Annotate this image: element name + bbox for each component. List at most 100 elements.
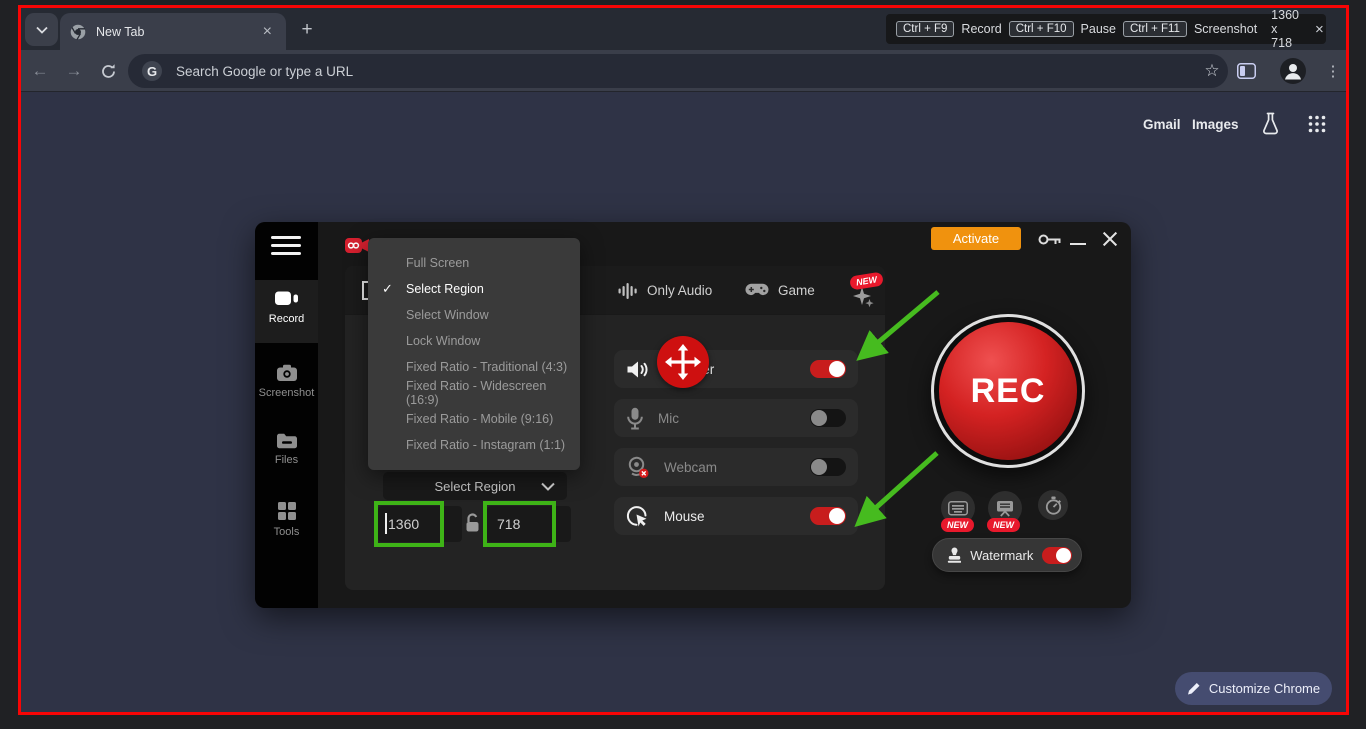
speaker-toggle[interactable] [810,360,846,378]
flask-icon [1260,112,1281,135]
menu-item-select-region[interactable]: ✓ Select Region [368,276,580,302]
address-bar[interactable]: G [128,54,1228,88]
side-panel-icon [1237,63,1256,79]
menu-item-label: Select Window [406,308,489,322]
menu-item-lock-window[interactable]: Lock Window [368,328,580,354]
tab-close-icon[interactable]: × [259,24,276,40]
sidebar-item-files[interactable]: Files [255,423,318,475]
keyboard-icon [948,501,968,516]
hotkey-record-keycap: Ctrl + F9 [896,21,954,37]
hotkey-screenshot-label: Screenshot [1194,22,1257,36]
mic-toggle[interactable] [810,409,846,427]
height-input[interactable] [487,506,571,542]
ai-sparkle-icon[interactable] [852,286,876,315]
whiteboard-icon [996,500,1014,517]
webcam-toggle[interactable] [810,458,846,476]
region-mode-select[interactable]: Select Region [383,472,567,500]
pencil-icon [1187,682,1200,695]
menu-item-ratio-instagram[interactable]: Fixed Ratio - Instagram (1:1) [368,432,580,458]
check-icon: ✓ [382,281,393,297]
camera-icon [276,364,298,382]
labs-button[interactable] [1260,112,1281,140]
audio-bars-icon [618,282,638,300]
watermark-control: Watermark [932,538,1082,572]
images-link[interactable]: Images [1192,117,1239,132]
rec-button-label: REC [939,322,1077,460]
gmail-link[interactable]: Gmail [1143,117,1181,132]
mouse-click-icon [626,505,650,528]
chevron-down-icon [541,482,555,491]
rec-button[interactable]: REC [931,314,1085,468]
source-label: Webcam [664,460,796,475]
tools-grid-icon [277,501,297,521]
sidebar-item-screenshot[interactable]: Screenshot [255,355,318,407]
stamp-icon [946,546,961,564]
person-icon [1280,58,1306,84]
timer-button[interactable] [1038,490,1068,520]
menu-item-label: Fixed Ratio - Instagram (1:1) [406,438,565,452]
close-icon [1102,231,1118,247]
region-mode-menu: Full Screen ✓ Select Region Select Windo… [368,238,580,470]
activate-button[interactable]: Activate [931,227,1021,250]
watermark-label: Watermark [970,548,1033,563]
menu-item-label: Lock Window [406,334,480,348]
new-badge: NEW [849,272,884,291]
tab-strip: New Tab × + Ctrl + F9 Record Ctrl + F10 … [21,8,1346,50]
menu-item-full-screen[interactable]: Full Screen [368,250,580,276]
back-button[interactable]: ← [25,50,55,92]
minimize-button[interactable] [1068,234,1088,254]
source-row-mouse: Mouse [614,497,858,535]
activate-label: Activate [953,231,999,246]
profile-avatar[interactable] [1280,58,1306,89]
new-tab-button[interactable]: + [293,16,321,44]
menu-item-label: Fixed Ratio - Widescreen (16:9) [406,379,580,407]
sidebar-item-record[interactable]: Record [255,280,318,343]
google-apps-button[interactable] [1308,115,1326,138]
source-row-mic: Mic [614,399,858,437]
menu-item-ratio-traditional[interactable]: Fixed Ratio - Traditional (4:3) [368,354,580,380]
hotkey-bar-close-icon[interactable]: × [1313,21,1326,38]
speaker-icon [626,359,650,380]
source-row-webcam: Webcam [614,448,858,486]
tab-search-button[interactable] [25,13,58,46]
aspect-lock-button[interactable] [464,512,481,538]
search-input[interactable] [174,63,1214,80]
watermark-toggle[interactable] [1042,547,1072,564]
menu-item-select-window[interactable]: Select Window [368,302,580,328]
reload-button[interactable] [93,50,123,92]
browser-toolbar: ← → G ☆ [21,50,1346,92]
recorder-close-button[interactable] [1100,229,1120,249]
browser-menu-button[interactable]: ⋮ [1321,50,1345,92]
minimize-icon [1070,243,1086,245]
record-icon [274,289,299,308]
webcam-icon [626,456,650,479]
menu-item-label: Fixed Ratio - Traditional (4:3) [406,360,567,374]
customize-chrome-label: Customize Chrome [1209,681,1320,696]
tab-label: Only Audio [647,283,712,298]
screenshot-canvas: New Tab × + Ctrl + F9 Record Ctrl + F10 … [0,0,1366,729]
chrome-favicon-icon [70,24,86,40]
side-panel-button[interactable] [1237,63,1256,84]
menu-hamburger-icon[interactable] [271,236,301,260]
menu-item-label: Fixed Ratio - Mobile (9:16) [406,412,553,426]
license-key-button[interactable] [1038,233,1062,251]
new-badge: NEW [941,518,974,532]
width-input[interactable] [378,506,462,542]
bookmark-star-icon[interactable]: ☆ [1199,50,1225,92]
text-caret [385,513,387,534]
menu-item-ratio-mobile[interactable]: Fixed Ratio - Mobile (9:16) [368,406,580,432]
forward-button[interactable]: → [59,50,89,92]
key-icon [1038,233,1062,246]
chevron-down-icon [36,26,48,34]
tab-game[interactable]: Game [745,266,815,315]
sidebar-item-label: Screenshot [259,387,315,399]
tab-title: New Tab [96,25,259,39]
folder-icon [276,432,298,449]
tab-only-audio[interactable]: Only Audio [618,266,712,315]
mouse-toggle[interactable] [810,507,846,525]
browser-tab[interactable]: New Tab × [60,13,286,50]
menu-item-ratio-widescreen[interactable]: Fixed Ratio - Widescreen (16:9) [368,380,580,406]
sidebar-item-tools[interactable]: Tools [255,492,318,548]
customize-chrome-button[interactable]: Customize Chrome [1175,672,1332,705]
recorder-logo-icon [345,236,370,260]
